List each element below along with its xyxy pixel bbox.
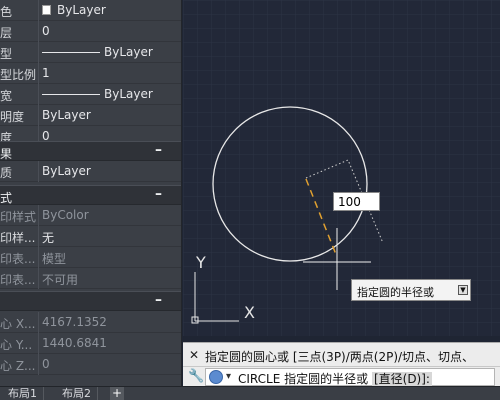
- prop-label: 印样...: [0, 231, 36, 245]
- prop-value: ByColor: [42, 208, 89, 222]
- recent-commands-icon[interactable]: [209, 370, 223, 384]
- divider: [38, 0, 39, 21]
- prop-value[interactable]: ByLayer: [42, 45, 180, 59]
- properties-palette: 色 ByLayer 层 0 型 ByLayer 型比例 1 宽 ByLayer …: [0, 0, 182, 386]
- prop-label: 印表...: [0, 252, 36, 266]
- prop-row-color[interactable]: 色 ByLayer: [0, 0, 181, 21]
- prop-row-lineweight[interactable]: 宽 ByLayer: [0, 84, 181, 105]
- divider: [38, 21, 39, 42]
- prop-label: 明度: [0, 110, 25, 124]
- divider: [38, 226, 39, 247]
- dynamic-input-value: 100: [338, 195, 361, 209]
- prop-row-plot-style[interactable]: 印样式 ByColor: [0, 205, 181, 226]
- prop-value: 模型: [42, 252, 67, 266]
- divider: [38, 333, 39, 354]
- prop-row-plot-table-type[interactable]: 印表... 不可用: [0, 268, 181, 289]
- dynamic-prompt-tooltip: 指定圆的半径或 ▼: [351, 279, 471, 301]
- section-header-geometry[interactable]: –: [0, 291, 181, 311]
- prop-value[interactable]: 0: [42, 24, 180, 38]
- collapse-icon[interactable]: –: [155, 186, 162, 202]
- prop-label: 心 X...: [0, 317, 36, 331]
- prop-value: 不可用: [42, 273, 79, 287]
- command-option-diameter[interactable]: [直径(D)]:: [371, 372, 432, 386]
- prop-value[interactable]: ByLayer: [42, 108, 180, 122]
- command-prompt: CIRCLE 指定圆的半径或 [直径(D)]:: [238, 370, 432, 387]
- tooltip-text: 指定圆的半径或: [357, 286, 434, 299]
- divider: [38, 161, 39, 182]
- layout-tabs: 布局1 布局2 +: [0, 386, 500, 400]
- divider: [38, 205, 39, 226]
- ucs-x-label: X: [244, 303, 255, 322]
- divider: [38, 268, 39, 289]
- dynamic-input-field[interactable]: 100: [333, 192, 380, 211]
- divider: [38, 63, 39, 84]
- prop-row-plot-table-attached[interactable]: 印表... 模型: [0, 247, 181, 268]
- prop-row-center-z[interactable]: 心 Z... 0: [0, 354, 181, 375]
- prop-label: 质: [0, 166, 13, 180]
- divider: [38, 354, 39, 375]
- divider: [38, 84, 39, 105]
- options-arrow-icon[interactable]: ▼: [458, 285, 468, 295]
- command-prompt-text: CIRCLE 指定圆的半径或: [238, 372, 369, 386]
- lineweight-preview-icon: [42, 94, 100, 95]
- add-layout-button[interactable]: +: [110, 387, 124, 400]
- prop-value[interactable]: 1440.6841: [42, 336, 180, 350]
- collapse-icon[interactable]: –: [155, 292, 162, 308]
- chevron-down-icon[interactable]: ▾: [226, 371, 231, 382]
- prop-row-linetype-scale[interactable]: 型比例 1: [0, 63, 181, 84]
- prop-value[interactable]: 4167.1352: [42, 315, 180, 329]
- prop-row-center-x[interactable]: 心 X... 4167.1352: [0, 312, 181, 333]
- section-header-3d-effects[interactable]: 果 –: [0, 141, 181, 161]
- prop-label: 心 Z...: [0, 359, 36, 373]
- prop-value[interactable]: ByLayer: [42, 3, 180, 17]
- prop-label: 心 Y...: [0, 338, 33, 352]
- prop-value[interactable]: 无: [42, 229, 180, 246]
- prop-row-center-y[interactable]: 心 Y... 1440.6841: [0, 333, 181, 354]
- prop-row-linetype[interactable]: 型 ByLayer: [0, 42, 181, 63]
- command-history: ✕ 指定圆的圆心或 [三点(3P)/两点(2P)/切点、切点、: [183, 342, 500, 366]
- collapse-icon[interactable]: –: [155, 142, 162, 158]
- prop-value[interactable]: 0: [42, 357, 180, 371]
- tab-layout1[interactable]: 布局1: [2, 387, 44, 400]
- prop-row-plot-style-table[interactable]: 印样... 无: [0, 226, 181, 247]
- divider: [38, 312, 39, 333]
- prop-row-layer[interactable]: 层 0: [0, 21, 181, 42]
- prop-label: 色: [0, 5, 13, 19]
- prop-value[interactable]: ByLayer: [42, 87, 180, 101]
- prop-value-text: ByLayer: [104, 45, 153, 59]
- prop-value[interactable]: ByLayer: [42, 164, 180, 178]
- close-icon[interactable]: ✕: [189, 348, 199, 362]
- section-title: 式: [0, 191, 13, 205]
- prop-label: 印样式: [0, 210, 37, 224]
- prop-row-transparency[interactable]: 明度 ByLayer: [0, 105, 181, 126]
- linetype-preview-icon: [42, 52, 100, 53]
- prop-row-material[interactable]: 质 ByLayer: [0, 161, 181, 182]
- color-swatch-icon: [42, 5, 51, 15]
- divider: [38, 105, 39, 126]
- prop-label: 型: [0, 47, 13, 61]
- command-input[interactable]: ▾ CIRCLE 指定圆的半径或 [直径(D)]:: [205, 368, 495, 386]
- section-title: 果: [0, 147, 13, 161]
- customize-wrench-icon[interactable]: 🔧: [188, 369, 204, 384]
- ucs-y-label: Y: [196, 253, 206, 272]
- prop-value[interactable]: 1: [42, 66, 180, 80]
- prop-label: 宽: [0, 89, 13, 103]
- tab-layout2[interactable]: 布局2: [56, 387, 98, 400]
- command-line: 🔧 ▾ CIRCLE 指定圆的半径或 [直径(D)]:: [183, 366, 500, 386]
- divider: [38, 42, 39, 63]
- prop-label: 层: [0, 26, 13, 40]
- prop-value-text: ByLayer: [104, 87, 153, 101]
- divider: [38, 247, 39, 268]
- section-header-plot-style[interactable]: 式 –: [0, 185, 181, 205]
- prop-label: 印表...: [0, 273, 36, 287]
- prop-label: 型比例: [0, 68, 37, 82]
- prop-value-text: ByLayer: [57, 3, 106, 17]
- drawing-canvas[interactable]: Y X 100 指定圆的半径或 ▼: [183, 0, 500, 336]
- command-history-text: 指定圆的圆心或 [三点(3P)/两点(2P)/切点、切点、: [205, 350, 475, 364]
